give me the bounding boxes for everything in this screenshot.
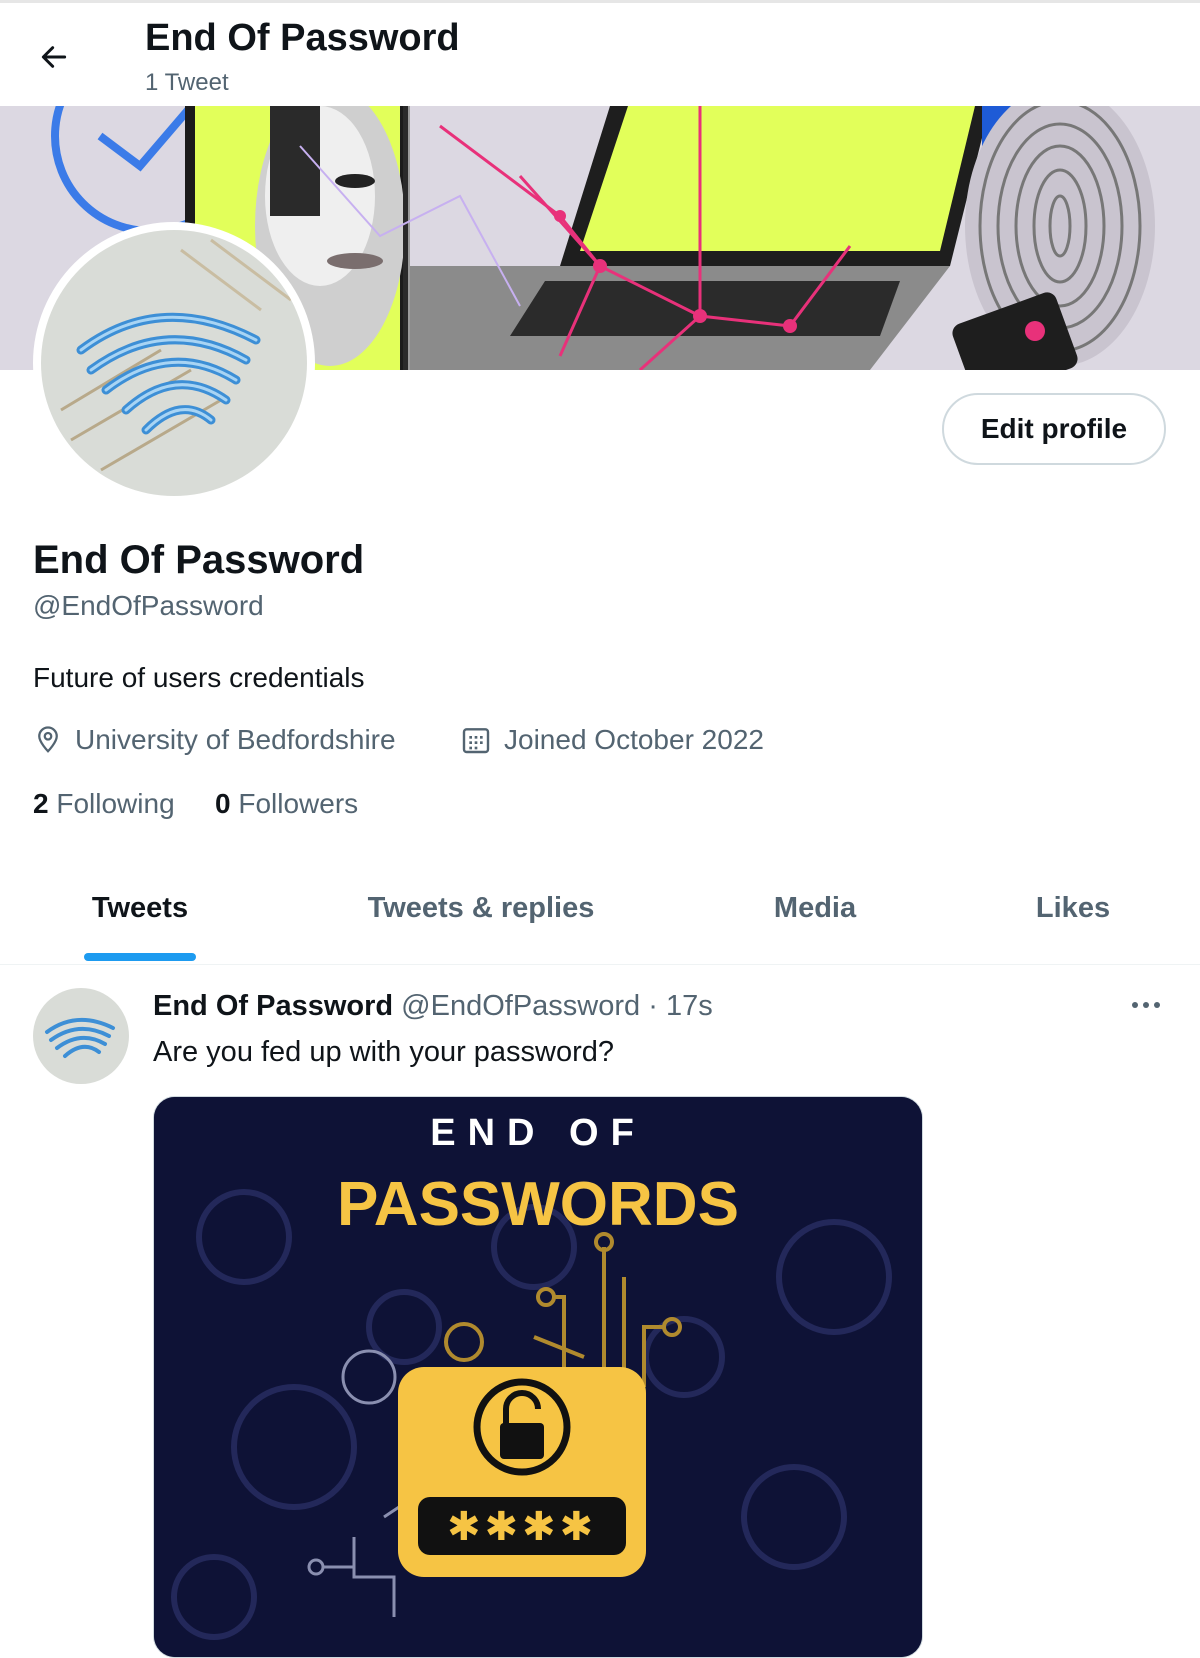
back-button[interactable] xyxy=(30,33,78,81)
edit-profile-button[interactable]: Edit profile xyxy=(942,393,1166,465)
tab-likes[interactable]: Likes xyxy=(1036,892,1110,925)
fingerprint-avatar-image xyxy=(33,988,129,1084)
followers-link[interactable]: 0 Followers xyxy=(215,788,358,820)
media-code: ✱✱✱✱ xyxy=(447,1504,597,1550)
following-label: Following xyxy=(56,788,175,819)
tweet-text: Are you fed up with your password? xyxy=(153,1036,615,1068)
tweet-more-button[interactable] xyxy=(1126,985,1166,1025)
profile-bio: Future of users credentials xyxy=(33,662,365,693)
tab-tweets-replies[interactable]: Tweets & replies xyxy=(368,892,595,925)
header-tweet-count: 1 Tweet xyxy=(145,69,229,96)
following-count: 2 xyxy=(33,788,49,819)
tweet-separator: · xyxy=(648,990,658,1022)
tweet-author-name[interactable]: End Of Password xyxy=(153,990,393,1022)
tab-tweets[interactable]: Tweets xyxy=(92,892,188,925)
active-tab-indicator xyxy=(84,953,196,961)
joined-text: Joined October 2022 xyxy=(504,724,764,755)
location-text: University of Bedfordshire xyxy=(75,724,396,755)
profile-joined: Joined October 2022 xyxy=(460,724,764,756)
profile-location: University of Bedfordshire xyxy=(33,724,396,756)
media-line1: END OF xyxy=(430,1112,646,1154)
tweet-header: End Of Password @EndOfPassword · 17s xyxy=(153,990,713,1023)
fingerprint-avatar-image xyxy=(41,230,307,496)
followers-count: 0 xyxy=(215,788,231,819)
header-title: End Of Password xyxy=(145,17,460,59)
more-horizontal-icon xyxy=(1132,1002,1160,1008)
profile-tabs: Tweets Tweets & replies Media Likes xyxy=(0,858,1200,965)
tweet-media-image: END OF PASSWORDS ✱✱✱✱ xyxy=(154,1097,922,1657)
tab-media[interactable]: Media xyxy=(774,892,856,925)
following-link[interactable]: 2 Following xyxy=(33,788,175,820)
profile-display-name: End Of Password xyxy=(33,538,365,582)
tweet-author-handle[interactable]: @EndOfPassword xyxy=(401,990,640,1022)
media-line2: PASSWORDS xyxy=(337,1170,739,1239)
tweet-media[interactable]: END OF PASSWORDS ✱✱✱✱ xyxy=(153,1096,923,1658)
arrow-left-icon xyxy=(41,46,67,68)
tweet-avatar[interactable] xyxy=(33,988,129,1084)
top-bar: End Of Password 1 Tweet xyxy=(0,0,1200,106)
profile-avatar[interactable] xyxy=(33,222,315,504)
tweet-timestamp[interactable]: 17s xyxy=(666,990,713,1022)
calendar-icon xyxy=(462,728,490,754)
profile-handle: @EndOfPassword xyxy=(33,590,264,621)
followers-label: Followers xyxy=(238,788,359,819)
location-pin-icon xyxy=(38,726,58,753)
